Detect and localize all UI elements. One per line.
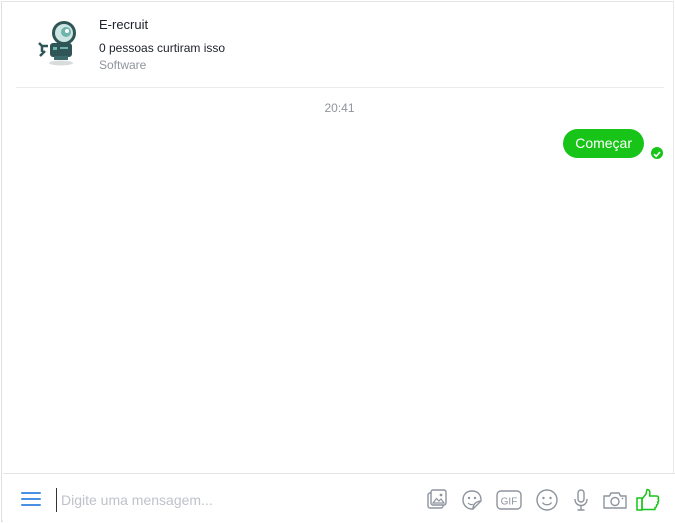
message-input[interactable]	[56, 488, 396, 512]
page-avatar[interactable]	[36, 16, 86, 66]
emoji-icon[interactable]	[533, 486, 561, 514]
messenger-window: E-recruit 0 pessoas curtiram isso Softwa…	[1, 1, 675, 523]
page-category: Software	[99, 58, 147, 72]
thumbs-up-icon[interactable]	[634, 486, 662, 514]
page-header: E-recruit 0 pessoas curtiram isso Softwa…	[16, 2, 664, 88]
gif-label: GIF	[501, 497, 518, 508]
seen-check-icon	[651, 147, 663, 159]
message-composer: GIF	[3, 473, 675, 523]
camera-icon[interactable]	[601, 486, 629, 514]
page-name[interactable]: E-recruit	[99, 17, 148, 32]
page-likes: 0 pessoas curtiram isso	[99, 41, 226, 55]
sticker-icon[interactable]	[458, 486, 486, 514]
gif-icon[interactable]: GIF	[495, 486, 523, 514]
photo-icon[interactable]	[423, 486, 451, 514]
menu-icon[interactable]	[21, 492, 41, 508]
message-timestamp: 20:41	[324, 101, 355, 115]
microphone-icon[interactable]	[567, 486, 595, 514]
sent-message-bubble[interactable]: Começar	[563, 129, 644, 158]
robot-logo-icon	[38, 21, 76, 66]
